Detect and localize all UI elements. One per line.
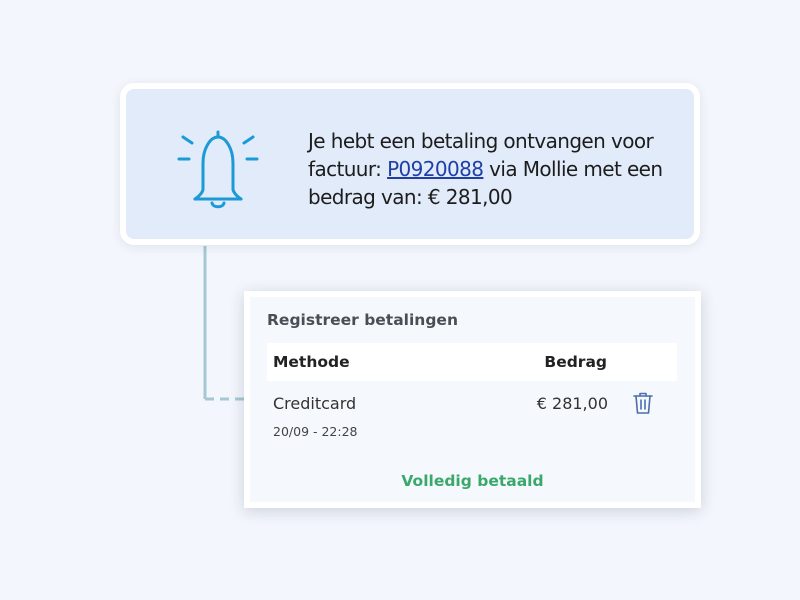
notification-message: Je hebt een betaling ontvangen voor fact… [308,127,688,211]
stage: Je hebt een betaling ontvangen voor fact… [0,0,800,600]
payments-panel: Registreer betalingen Methode Bedrag Cre… [244,291,701,508]
payment-method: Creditcard [273,394,357,413]
trash-icon[interactable] [630,391,656,415]
payment-amount: € 281,00 [536,394,608,413]
panel-title: Registreer betalingen [267,311,458,329]
payment-date: 20/09 - 22:28 [273,424,358,439]
column-header-amount: Bedrag [544,353,607,371]
column-header-method: Methode [273,353,350,371]
table-header: Methode Bedrag [267,343,677,381]
invoice-link[interactable]: P0920088 [387,157,484,181]
notification-card: Je hebt een betaling ontvangen voor fact… [120,83,700,245]
payment-status: Volledig betaald [401,472,544,490]
bell-icon [177,130,259,209]
